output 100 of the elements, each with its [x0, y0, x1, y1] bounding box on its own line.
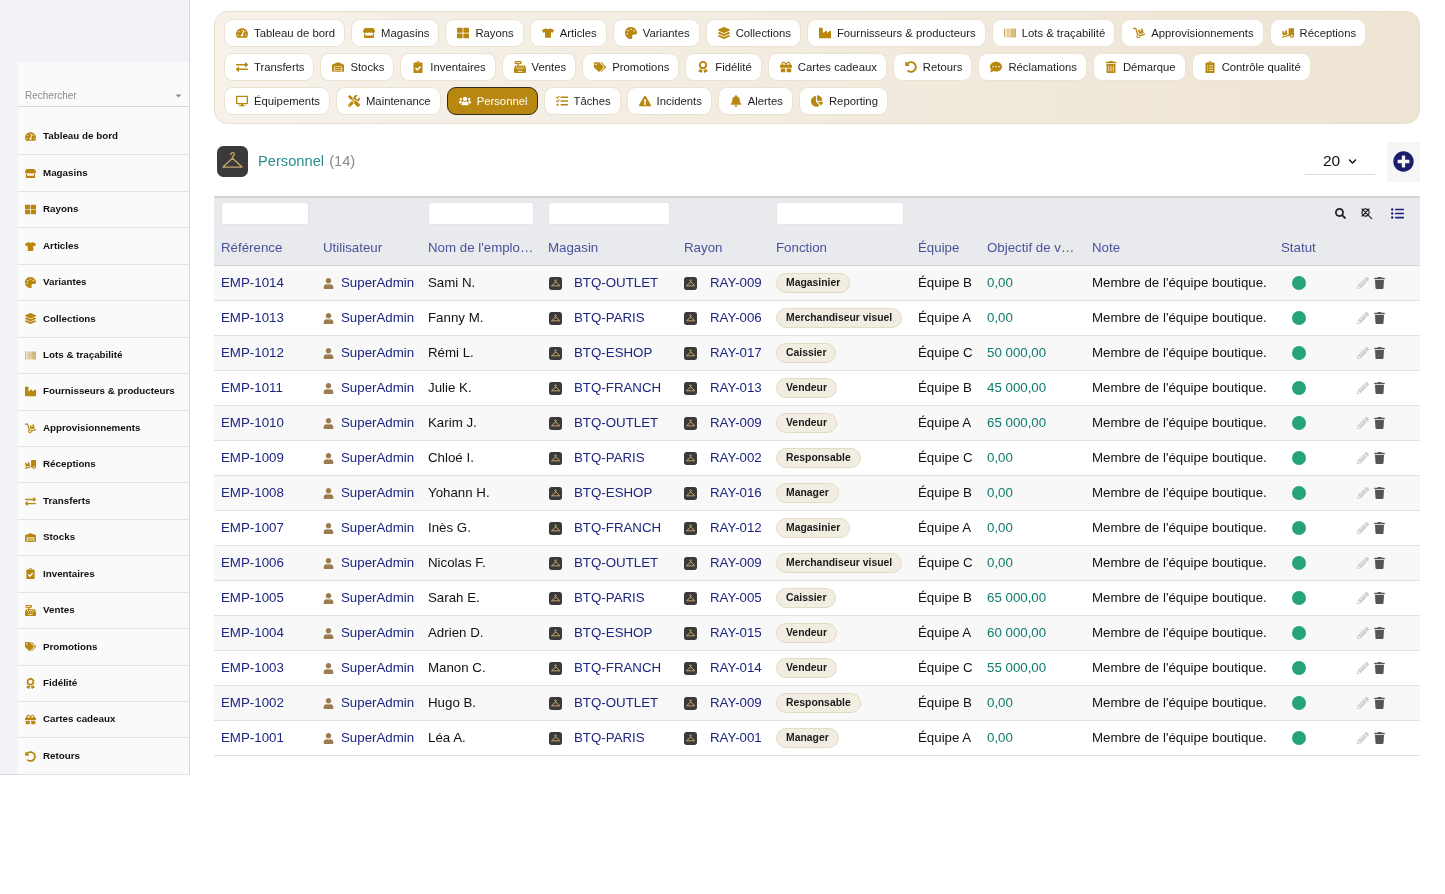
delete-button[interactable]: [1374, 592, 1385, 604]
column-header[interactable]: Référence: [221, 239, 283, 255]
user-link[interactable]: SuperAdmin: [341, 413, 415, 433]
user-link[interactable]: SuperAdmin: [341, 308, 415, 328]
column-header[interactable]: Fonction: [776, 239, 827, 255]
delete-button[interactable]: [1374, 627, 1385, 639]
filter-field[interactable]: [428, 201, 534, 225]
nav-button[interactable]: Tâches: [543, 87, 621, 115]
sidebar-item[interactable]: Retours: [18, 738, 189, 775]
aisle-link[interactable]: RAY-001: [710, 728, 762, 748]
reference-link[interactable]: EMP-1002: [221, 695, 284, 711]
reference-link[interactable]: EMP-1008: [221, 485, 284, 501]
nav-button[interactable]: Cartes cadeaux: [767, 53, 887, 81]
per-page-select[interactable]: 20: [1305, 148, 1375, 175]
sidebar-item[interactable]: Approvisionnements: [18, 410, 189, 447]
sidebar-item[interactable]: Rayons: [18, 191, 189, 229]
delete-button[interactable]: [1374, 382, 1385, 394]
aisle-link[interactable]: RAY-016: [710, 483, 762, 503]
delete-button[interactable]: [1374, 697, 1385, 709]
add-button[interactable]: [1387, 141, 1420, 182]
sidebar-item[interactable]: Fournisseurs & producteurs: [18, 374, 189, 411]
search-field[interactable]: Rechercher: [18, 85, 189, 107]
sidebar-item[interactable]: Ventes: [18, 592, 189, 630]
nav-button[interactable]: Équipements: [224, 87, 330, 115]
sidebar-item[interactable]: Fidélité: [18, 665, 189, 702]
nav-button[interactable]: Promotions: [582, 53, 680, 81]
sidebar-item[interactable]: Collections: [18, 301, 189, 338]
nav-button[interactable]: Articles: [529, 19, 607, 47]
sidebar-item[interactable]: Articles: [18, 228, 189, 265]
reference-link[interactable]: EMP-1013: [221, 310, 284, 326]
column-header[interactable]: Note: [1092, 239, 1121, 255]
delete-button[interactable]: [1374, 487, 1385, 499]
store-link[interactable]: BTQ-OUTLET: [574, 413, 659, 433]
store-link[interactable]: BTQ-ESHOP: [574, 343, 653, 363]
delete-button[interactable]: [1374, 347, 1385, 359]
store-link[interactable]: BTQ-ESHOP: [574, 483, 653, 503]
reference-link[interactable]: EMP-1006: [221, 555, 284, 571]
nav-button[interactable]: Approvisionnements: [1121, 19, 1264, 47]
column-header[interactable]: Statut: [1281, 239, 1316, 255]
delete-button[interactable]: [1374, 522, 1385, 534]
delete-button[interactable]: [1374, 452, 1385, 464]
column-header[interactable]: Objectif de v…: [987, 239, 1075, 255]
nav-button[interactable]: Alertes: [717, 87, 793, 115]
nav-button[interactable]: Fournisseurs & producteurs: [806, 19, 986, 47]
aisle-link[interactable]: RAY-015: [710, 623, 762, 643]
user-link[interactable]: SuperAdmin: [341, 483, 415, 503]
delete-button[interactable]: [1374, 662, 1385, 674]
reference-link[interactable]: EMP-1011: [221, 380, 283, 396]
aisle-link[interactable]: RAY-002: [710, 448, 762, 468]
reference-link[interactable]: EMP-1007: [221, 520, 284, 536]
user-link[interactable]: SuperAdmin: [341, 693, 415, 713]
nav-button[interactable]: Reporting: [798, 87, 888, 115]
filter-field[interactable]: [221, 201, 309, 225]
column-header[interactable]: Nom de l'emplo…: [428, 239, 534, 255]
filter-field[interactable]: [548, 201, 670, 225]
sidebar-item[interactable]: Inventaires: [18, 556, 189, 593]
aisle-link[interactable]: RAY-009: [710, 413, 762, 433]
nav-button[interactable]: Variantes: [612, 19, 700, 47]
sidebar-item[interactable]: Stocks: [18, 519, 189, 557]
reference-link[interactable]: EMP-1001: [221, 730, 284, 746]
user-link[interactable]: SuperAdmin: [341, 553, 415, 573]
aisle-link[interactable]: RAY-009: [710, 693, 762, 713]
nav-button[interactable]: Magasins: [351, 19, 440, 47]
search-icon[interactable]: [1335, 207, 1346, 219]
reference-link[interactable]: EMP-1010: [221, 415, 284, 431]
sidebar-item[interactable]: Magasins: [18, 155, 189, 192]
delete-button[interactable]: [1374, 557, 1385, 569]
nav-button[interactable]: Stocks: [320, 53, 395, 81]
reference-link[interactable]: EMP-1004: [221, 625, 284, 641]
aisle-link[interactable]: RAY-009: [710, 553, 762, 573]
nav-button[interactable]: Retours: [892, 53, 973, 81]
nav-button[interactable]: Maintenance: [335, 87, 441, 115]
nav-button[interactable]: Contrôle qualité: [1191, 53, 1311, 81]
nav-button[interactable]: Réceptions: [1269, 19, 1367, 47]
sidebar-item[interactable]: Réceptions: [18, 446, 189, 484]
sidebar-item[interactable]: Cartes cadeaux: [18, 702, 189, 739]
nav-button[interactable]: Fidélité: [685, 53, 762, 81]
aisle-link[interactable]: RAY-005: [710, 588, 762, 608]
delete-button[interactable]: [1374, 732, 1385, 744]
sidebar-item[interactable]: Promotions: [18, 629, 189, 666]
delete-button[interactable]: [1374, 312, 1385, 324]
nav-button[interactable]: Démarque: [1092, 53, 1186, 81]
store-link[interactable]: BTQ-PARIS: [574, 308, 645, 328]
reference-link[interactable]: EMP-1012: [221, 345, 284, 361]
nav-button[interactable]: Ventes: [501, 53, 577, 81]
aisle-link[interactable]: RAY-014: [710, 658, 762, 678]
store-link[interactable]: BTQ-FRANCH: [574, 378, 662, 398]
delete-button[interactable]: [1374, 277, 1385, 289]
nav-button[interactable]: Réclamations: [978, 53, 1087, 81]
sidebar-item[interactable]: Tableau de bord: [18, 119, 189, 156]
reference-link[interactable]: EMP-1014: [221, 275, 284, 291]
nav-button[interactable]: Incidents: [626, 87, 712, 115]
sidebar-item[interactable]: Variantes: [18, 264, 189, 302]
list-icon[interactable]: [1391, 206, 1404, 220]
sidebar-item[interactable]: Lots & traçabilité: [18, 337, 189, 375]
reference-link[interactable]: EMP-1005: [221, 590, 284, 606]
nav-button[interactable]: Transferts: [224, 53, 315, 81]
delete-button[interactable]: [1374, 417, 1385, 429]
user-link[interactable]: SuperAdmin: [341, 588, 415, 608]
aisle-link[interactable]: RAY-013: [710, 378, 762, 398]
